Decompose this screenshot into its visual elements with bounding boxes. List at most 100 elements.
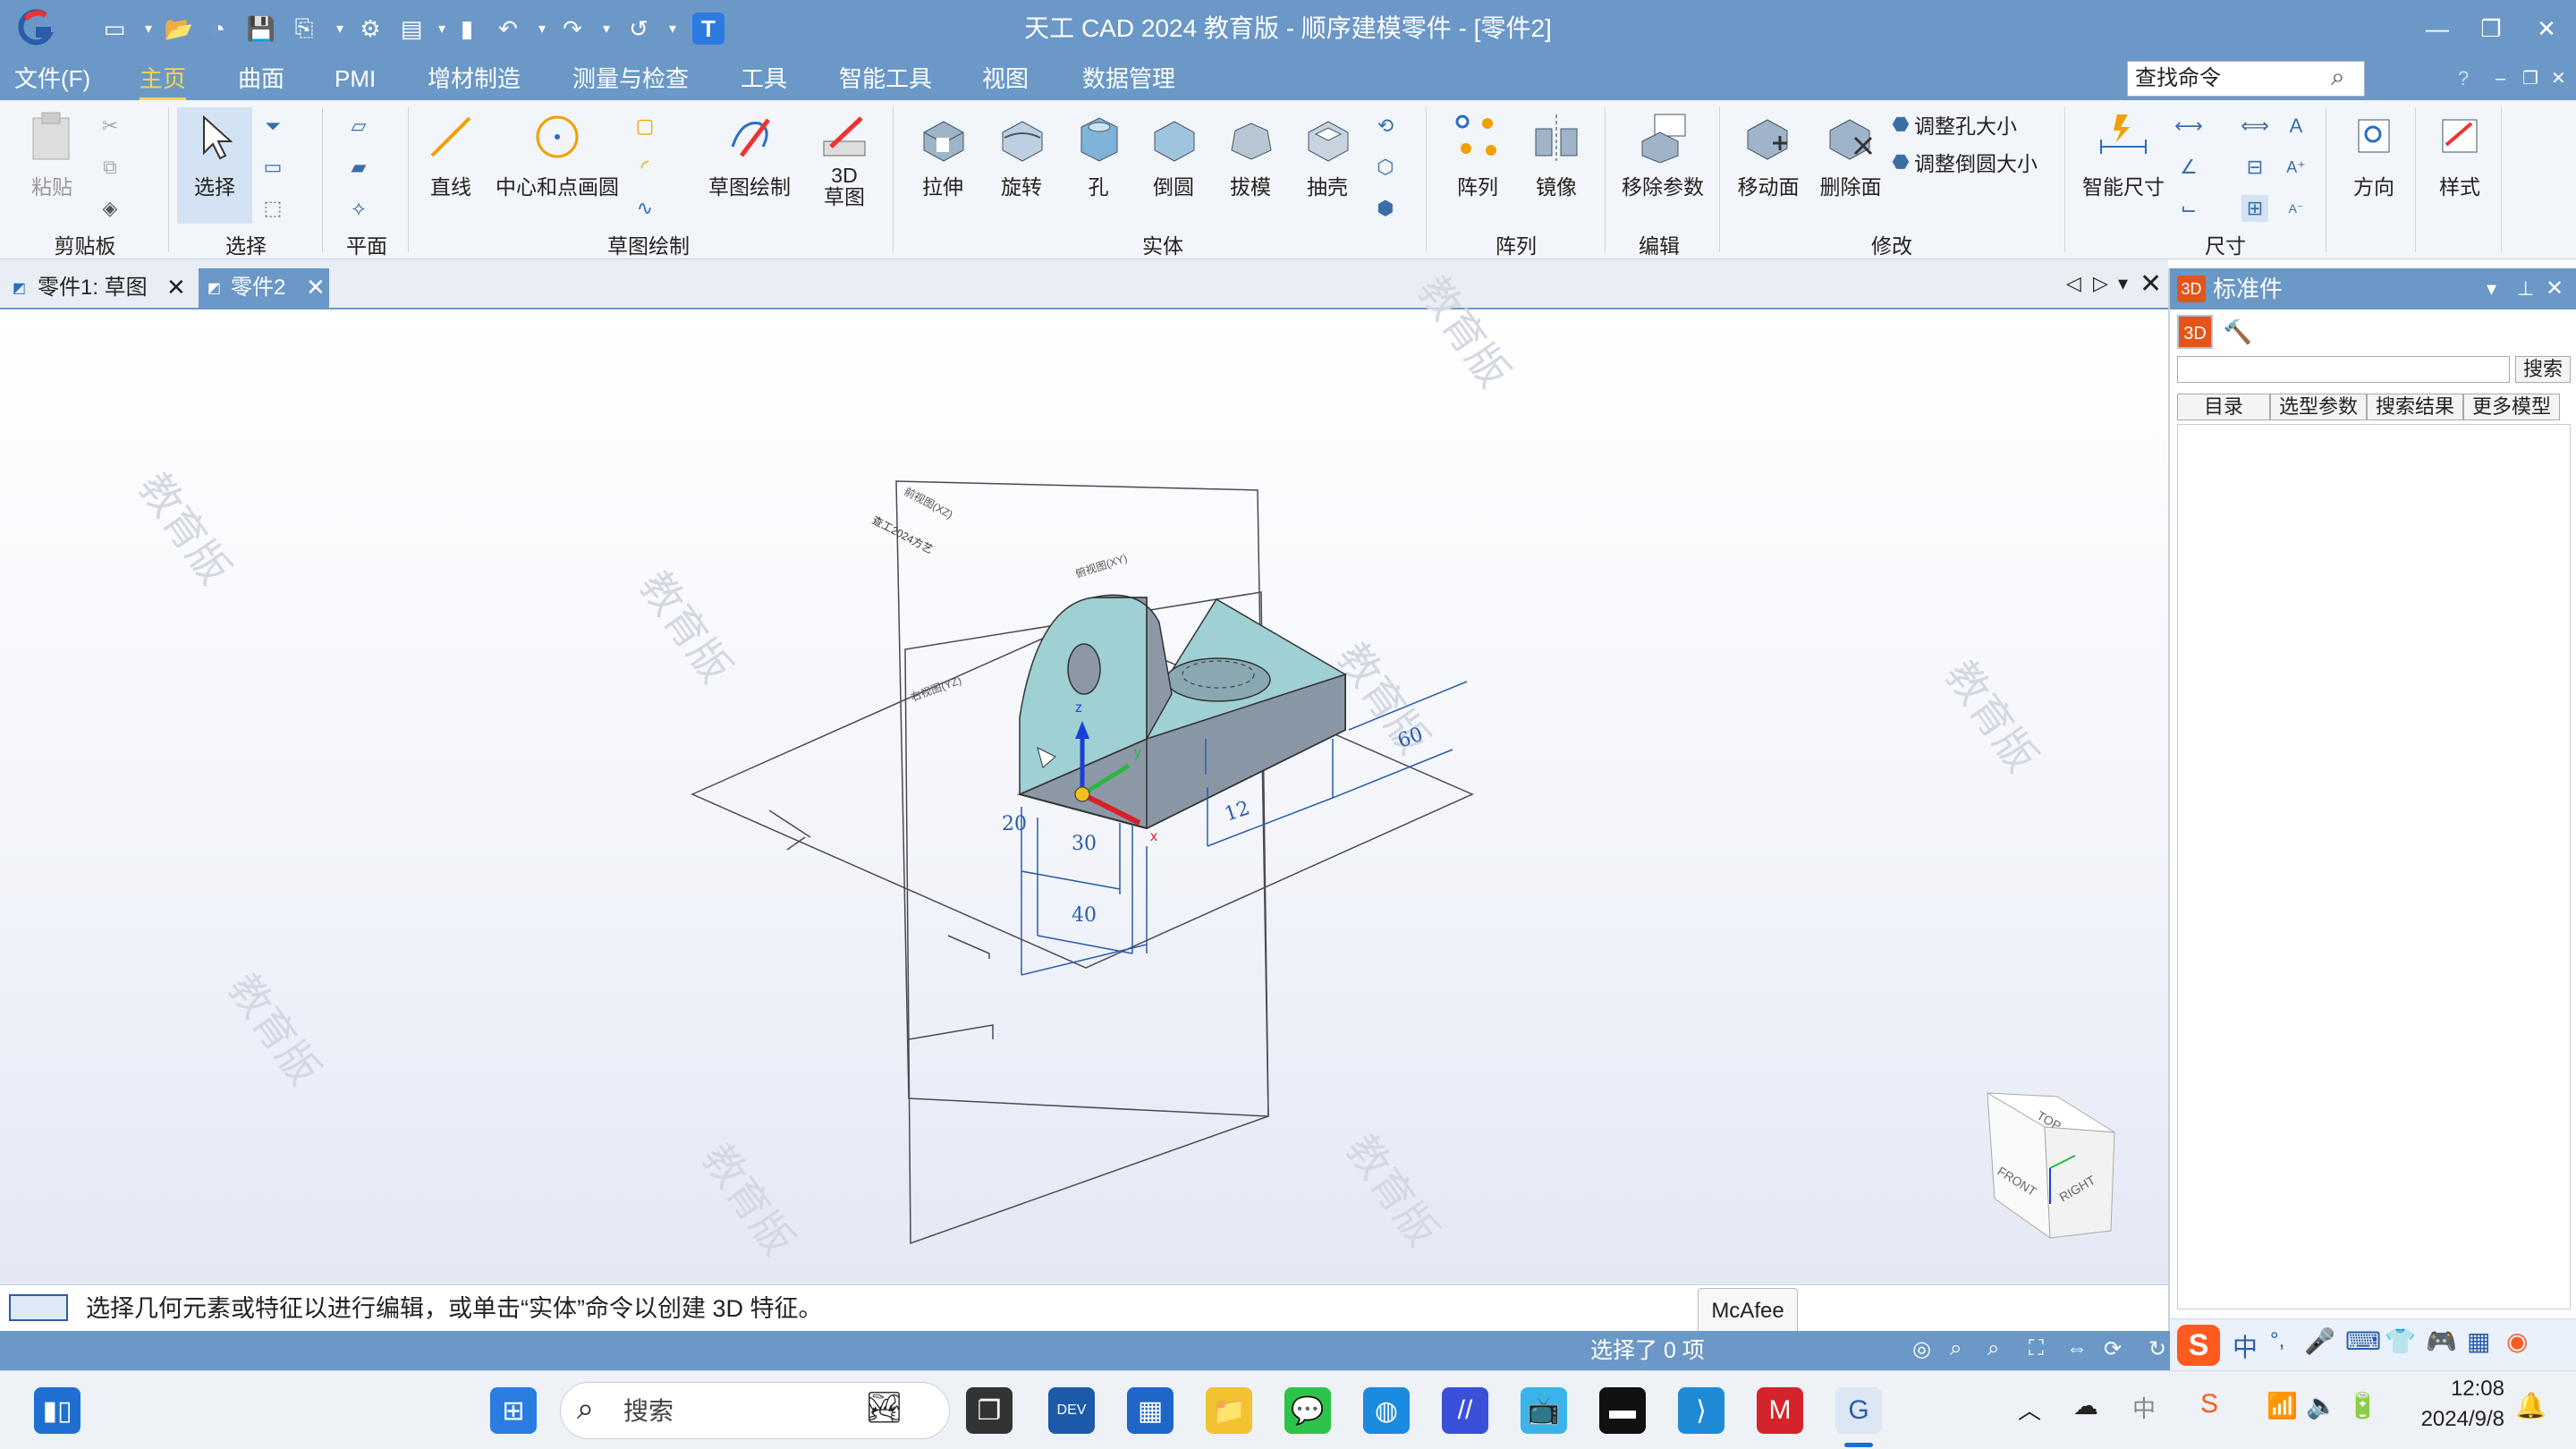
mic-icon[interactable]: 🎤 — [2304, 1326, 2335, 1356]
rectangle-icon[interactable]: ▢ — [631, 113, 658, 140]
remove-params-button[interactable]: 移除参数 — [1614, 111, 1712, 200]
tools-hammer-icon[interactable]: 🔨 — [2220, 315, 2256, 349]
rib-icon[interactable]: ⬡ — [1372, 154, 1399, 181]
restore-icon[interactable]: ❐ — [2462, 0, 2521, 57]
fillet-button[interactable]: 倒圆 — [1136, 111, 1211, 200]
resize-hole-button[interactable]: ⬣ 调整孔大小 — [1887, 107, 2017, 141]
prompt-bar-icon[interactable] — [9, 1294, 68, 1321]
spline-icon[interactable]: ∿ — [631, 195, 658, 222]
zoom-icon[interactable]: ⌕ — [1987, 1336, 1999, 1361]
spin-icon[interactable]: ↻ — [2148, 1336, 2166, 1362]
vpn-app-icon[interactable]: // — [1442, 1387, 1488, 1434]
widgets-icon[interactable]: ▮▯ — [34, 1387, 80, 1434]
tab-scroll-right-icon[interactable]: ▷ — [2093, 272, 2108, 295]
tab-search-results[interactable]: 搜索结果 — [2367, 394, 2463, 420]
game-icon[interactable]: 🎮 — [2426, 1326, 2457, 1356]
dim-60[interactable]: 60 — [1395, 724, 1427, 753]
tray-overflow-icon[interactable]: ︿ — [2018, 1393, 2041, 1426]
menu-smart-tools[interactable]: 智能工具 — [839, 57, 932, 100]
dev-home-icon[interactable]: DEV — [1048, 1387, 1095, 1434]
tray-lang[interactable]: 中 — [2132, 1391, 2156, 1424]
direction-button[interactable]: 方向 — [2338, 111, 2410, 200]
volume-icon[interactable]: 🔈 — [2306, 1391, 2337, 1420]
pattern-button[interactable]: 阵列 — [1440, 111, 1515, 200]
ime-punct[interactable]: °, — [2270, 1328, 2284, 1353]
copy-icon[interactable]: ⧉ — [97, 154, 123, 181]
sketch3d-button[interactable]: 3D 草图 — [803, 111, 886, 208]
menu-measure[interactable]: 测量与检查 — [572, 57, 689, 100]
thread-icon[interactable]: ⟲ — [1372, 113, 1399, 140]
terminal-icon[interactable]: ▬ — [1599, 1387, 1646, 1434]
symmetric-dim-icon[interactable]: ⟺ — [2241, 113, 2269, 140]
vscode-icon[interactable]: ⟩ — [1678, 1387, 1724, 1434]
wechat-icon[interactable]: 💬 — [1284, 1387, 1331, 1434]
ms-store-icon[interactable]: ▦ — [1127, 1387, 1174, 1434]
tab-more-models[interactable]: 更多模型 — [2463, 394, 2560, 420]
panel-pin-icon[interactable]: ⊥ — [2517, 268, 2534, 309]
notification-bell-icon[interactable]: 🔔 — [2515, 1391, 2546, 1420]
onedrive-icon[interactable]: ☁ — [2073, 1391, 2098, 1420]
arc-icon[interactable]: ◜ — [631, 154, 658, 181]
baseline-dim-icon[interactable]: ⊞ — [2241, 195, 2268, 222]
help-icon[interactable]: ? — [2458, 57, 2469, 100]
3d-viewport[interactable]: 教育版 教育版 教育版 教育版 教育版 教育版 教育版 教育版 20 30 40… — [0, 267, 2168, 1284]
tab-catalog[interactable]: 目录 — [2177, 394, 2270, 420]
find-command-input[interactable]: 查找命令 — [2127, 61, 2365, 97]
mirror-button[interactable]: 镜像 — [1519, 111, 1594, 200]
linear-dim-icon[interactable]: ⟷ — [2174, 113, 2203, 140]
menu-data-mgmt[interactable]: 数据管理 — [1082, 57, 1175, 100]
rotate-icon[interactable]: ⟳ — [2104, 1336, 2122, 1362]
menu-view[interactable]: 视图 — [982, 57, 1029, 100]
selection-box-icon[interactable]: ▭ — [259, 154, 286, 181]
mcafee-icon[interactable]: M — [1757, 1387, 1803, 1434]
doc-minimize-icon[interactable]: – — [2496, 57, 2505, 100]
move-face-button[interactable]: 移动面 — [1728, 111, 1809, 200]
find-command-search-icon[interactable]: ⌕ — [2331, 63, 2345, 92]
tab-part1[interactable]: 零件1: 草图 — [5, 268, 193, 308]
sogou-tray-icon[interactable]: S — [2200, 1389, 2218, 1419]
skin-shirt-icon[interactable]: 👕 — [2385, 1326, 2416, 1356]
menu-surface[interactable]: 曲面 — [238, 57, 284, 100]
toolbox-grid-icon[interactable]: ▦ — [2467, 1326, 2490, 1356]
doc-close-icon[interactable]: ✕ — [2551, 57, 2566, 100]
dim-20[interactable]: 20 — [1002, 813, 1027, 835]
pan-icon[interactable]: ⇔ — [2066, 1336, 2088, 1361]
parts-search-input[interactable] — [2177, 356, 2510, 383]
start-windows-icon[interactable]: ⊞ — [490, 1387, 537, 1434]
angle-dim-icon[interactable]: ∠ — [2175, 154, 2202, 181]
wifi-icon[interactable]: 📶 — [2267, 1391, 2298, 1420]
edge-browser-icon[interactable]: ◍ — [1363, 1387, 1410, 1434]
bilibili-icon[interactable]: 📺 — [1521, 1387, 1567, 1434]
coordinate-icon[interactable]: ⟡ — [345, 195, 372, 222]
plane-offset-icon[interactable]: ▰ — [345, 154, 372, 181]
tab-selection-params[interactable]: 选型参数 — [2270, 394, 2367, 420]
taskbar-search-box[interactable]: ⌕ 搜索 🏞 — [560, 1382, 950, 1439]
chain-dim-icon[interactable]: ⊟ — [2241, 154, 2268, 181]
paste-button[interactable]: 粘贴 — [16, 111, 88, 200]
parts-search-button[interactable]: 搜索 — [2515, 356, 2571, 383]
tab-scroll-left-icon[interactable]: ◁ — [2066, 272, 2081, 295]
ime-mascot-icon[interactable]: ◉ — [2506, 1326, 2528, 1356]
tiangong-cad-taskbar-icon[interactable]: G — [1835, 1387, 1882, 1434]
text-size-down-icon[interactable]: A⁻ — [2283, 195, 2309, 222]
doc-restore-icon[interactable]: ❐ — [2522, 57, 2538, 100]
hole-button[interactable]: 孔 — [1063, 111, 1134, 200]
line-button[interactable]: 直线 — [419, 111, 483, 200]
center-point-circle-button[interactable]: 中心和点画圆 — [490, 111, 624, 200]
menu-file[interactable]: 文件(F) — [14, 57, 90, 100]
revolve-button[interactable]: 旋转 — [984, 111, 1059, 200]
clock-time[interactable]: 12:08 — [2406, 1377, 2504, 1402]
menu-additive[interactable]: 增材制造 — [428, 57, 521, 100]
menu-home[interactable]: 主页 — [140, 57, 187, 100]
shell-button[interactable]: 抽壳 — [1290, 111, 1365, 200]
3d-library-icon[interactable]: 3D — [2177, 315, 2213, 349]
delete-face-button[interactable]: 删除面 — [1810, 111, 1891, 200]
parts-list-area[interactable] — [2177, 424, 2571, 1309]
sogou-ime-icon[interactable]: S — [2177, 1325, 2220, 1366]
filter-icon[interactable]: ⏷ — [259, 113, 286, 140]
view-cube[interactable]: TOP FRONT RIGHT — [1987, 1092, 2115, 1240]
text-size-up-icon[interactable]: A⁺ — [2283, 154, 2309, 181]
keyboard-icon[interactable]: ⌨ — [2345, 1326, 2381, 1356]
menu-tools[interactable]: 工具 — [741, 57, 787, 100]
plane-icon[interactable]: ▱ — [345, 113, 372, 140]
